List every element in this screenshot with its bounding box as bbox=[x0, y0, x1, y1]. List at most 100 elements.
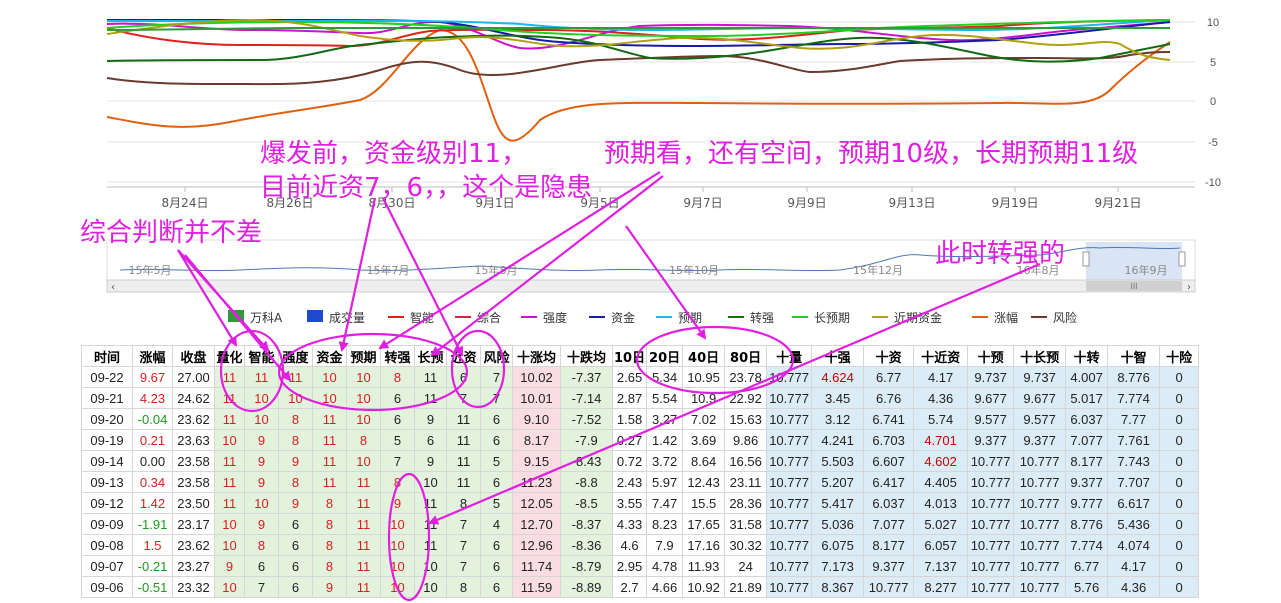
navigator-date-label: 15年10月 bbox=[669, 263, 719, 277]
legend-label: 成交量 bbox=[329, 311, 366, 325]
navigator-scrollbar[interactable] bbox=[106, 279, 1196, 293]
table-cell: -8.89 bbox=[560, 576, 613, 598]
col-header[interactable]: 资金 bbox=[312, 345, 347, 367]
table-cell: 10.777 bbox=[967, 534, 1015, 556]
col-header[interactable]: 涨幅 bbox=[132, 345, 173, 367]
col-header[interactable]: 十近资 bbox=[913, 345, 969, 367]
table-cell: 7 bbox=[446, 534, 481, 556]
table-cell: 10.777 bbox=[967, 450, 1015, 472]
table-cell: 7.137 bbox=[913, 555, 969, 577]
table-cell: 09-07 bbox=[81, 555, 133, 577]
col-header[interactable]: 10日 bbox=[611, 345, 648, 367]
table-cell: 11 bbox=[312, 450, 347, 472]
table-cell: 9.577 bbox=[1013, 408, 1067, 430]
legend-swatch-line-icon bbox=[388, 316, 404, 318]
col-header[interactable]: 十涨均 bbox=[512, 345, 561, 367]
table-cell: 8 bbox=[278, 471, 313, 493]
table-cell: 4.6 bbox=[611, 534, 648, 556]
table-cell: 10 bbox=[414, 576, 447, 598]
table-cell: -7.9 bbox=[560, 429, 613, 451]
scrollbar-grip-icon[interactable]: III bbox=[1130, 282, 1137, 291]
table-cell: 11 bbox=[214, 471, 245, 493]
table-cell: 9 bbox=[414, 408, 447, 430]
table-cell: 10 bbox=[380, 555, 415, 577]
scroll-right-arrow-icon[interactable]: › bbox=[1187, 282, 1191, 293]
col-header[interactable]: 预期 bbox=[346, 345, 381, 367]
table-cell: 10 bbox=[346, 408, 381, 430]
table-cell: 8.776 bbox=[1107, 366, 1161, 388]
navigator-handle-right[interactable] bbox=[1178, 251, 1186, 267]
table-cell: 7.743 bbox=[1107, 450, 1161, 472]
table-cell: 5.036 bbox=[811, 513, 865, 535]
col-header[interactable]: 十长预 bbox=[1013, 345, 1067, 367]
col-header[interactable]: 长预 bbox=[414, 345, 447, 367]
col-header[interactable]: 十跌均 bbox=[560, 345, 613, 367]
y-axis-ticks: 10 5 0 -5 -10 bbox=[1205, 17, 1221, 189]
table-cell: 1.58 bbox=[611, 408, 648, 430]
table-cell: 09-14 bbox=[81, 450, 133, 472]
legend-label: 长预期 bbox=[814, 311, 851, 325]
table-cell: 4.074 bbox=[1107, 534, 1161, 556]
table-cell: 3.27 bbox=[646, 408, 684, 430]
table-cell: 8 bbox=[312, 534, 347, 556]
col-header[interactable]: 十预 bbox=[967, 345, 1015, 367]
col-header[interactable]: 80日 bbox=[724, 345, 768, 367]
col-header[interactable]: 20日 bbox=[646, 345, 684, 367]
table-cell: 10 bbox=[214, 534, 245, 556]
col-header[interactable]: 十强 bbox=[811, 345, 865, 367]
table-row: 09-12 1.42 23.50 11 10 9 8 11 9 11 8 5 12.05 -8.5 3.55… bbox=[81, 492, 1200, 514]
col-header[interactable]: 风险 bbox=[480, 345, 513, 367]
table-cell: 4.17 bbox=[913, 366, 969, 388]
table-cell: 3.55 bbox=[611, 492, 648, 514]
table-cell: 0 bbox=[1159, 576, 1200, 598]
table-cell: 9.737 bbox=[967, 366, 1015, 388]
table-cell: 8 bbox=[346, 429, 381, 451]
scroll-left-arrow-icon[interactable]: ‹ bbox=[111, 282, 115, 293]
x-tick-label: 9月13日 bbox=[889, 196, 936, 210]
table-cell: 7.9 bbox=[646, 534, 684, 556]
table-cell: 6.057 bbox=[913, 534, 969, 556]
col-header[interactable]: 量化 bbox=[214, 345, 245, 367]
navigator-date-label: 15年5月 bbox=[129, 263, 172, 277]
col-header[interactable]: 十险 bbox=[1159, 345, 1200, 367]
range-navigator[interactable]: 15年5月 15年7月 15年8月 15年10月 15年12月 16年8月 16年9月 ‹ › I… bbox=[106, 239, 1196, 293]
table-cell: 9.377 bbox=[1065, 471, 1109, 493]
table-cell: 10.777 bbox=[1013, 555, 1067, 577]
table-cell: 8.776 bbox=[1065, 513, 1109, 535]
col-header[interactable]: 收盘 bbox=[172, 345, 215, 367]
table-cell: 8 bbox=[380, 366, 415, 388]
table-cell: 0 bbox=[1159, 387, 1200, 409]
table-cell: 11 bbox=[278, 366, 313, 388]
table-cell: 11 bbox=[346, 534, 381, 556]
col-header[interactable]: 十资 bbox=[863, 345, 915, 367]
x-tick-label: 9月9日 bbox=[787, 196, 826, 210]
col-header[interactable]: 近资 bbox=[446, 345, 481, 367]
table-cell: 09-09 bbox=[81, 513, 133, 535]
col-header[interactable]: 十量 bbox=[766, 345, 813, 367]
table-cell: 0 bbox=[1159, 450, 1200, 472]
table-cell: 10.777 bbox=[766, 534, 813, 556]
navigator-date-label: 15年7月 bbox=[367, 263, 410, 277]
col-header[interactable]: 十智 bbox=[1107, 345, 1161, 367]
legend-label: 综合 bbox=[477, 311, 502, 325]
legend-swatch-box-icon bbox=[307, 310, 323, 322]
table-cell: 6 bbox=[480, 534, 513, 556]
table-cell: 7 bbox=[480, 387, 513, 409]
col-header[interactable]: 40日 bbox=[682, 345, 726, 367]
navigator-handle-left[interactable] bbox=[1082, 251, 1090, 267]
col-header[interactable]: 时间 bbox=[81, 345, 133, 367]
table-cell: 10 bbox=[346, 366, 381, 388]
col-header[interactable]: 强度 bbox=[278, 345, 313, 367]
table-cell: 9.377 bbox=[1013, 429, 1067, 451]
chart-legend: 万科A 成交量 智能 综合 强度 资金 预期 转强 长预期 近期资金 涨幅 风险 bbox=[0, 300, 1281, 340]
table-cell: 10.777 bbox=[967, 492, 1015, 514]
table-cell: 8.367 bbox=[811, 576, 865, 598]
table-cell: 10 bbox=[346, 450, 381, 472]
col-header[interactable]: 十转 bbox=[1065, 345, 1109, 367]
legend-label: 转强 bbox=[750, 311, 775, 325]
table-cell: 11 bbox=[446, 471, 481, 493]
table-row: 09-19 0.21 23.63 10 9 8 11 8 5 6 11 6 8.17 -7.9 0.27 1.… bbox=[81, 429, 1200, 451]
table-cell: 8 bbox=[312, 492, 347, 514]
col-header[interactable]: 转强 bbox=[380, 345, 415, 367]
col-header[interactable]: 智能 bbox=[244, 345, 279, 367]
